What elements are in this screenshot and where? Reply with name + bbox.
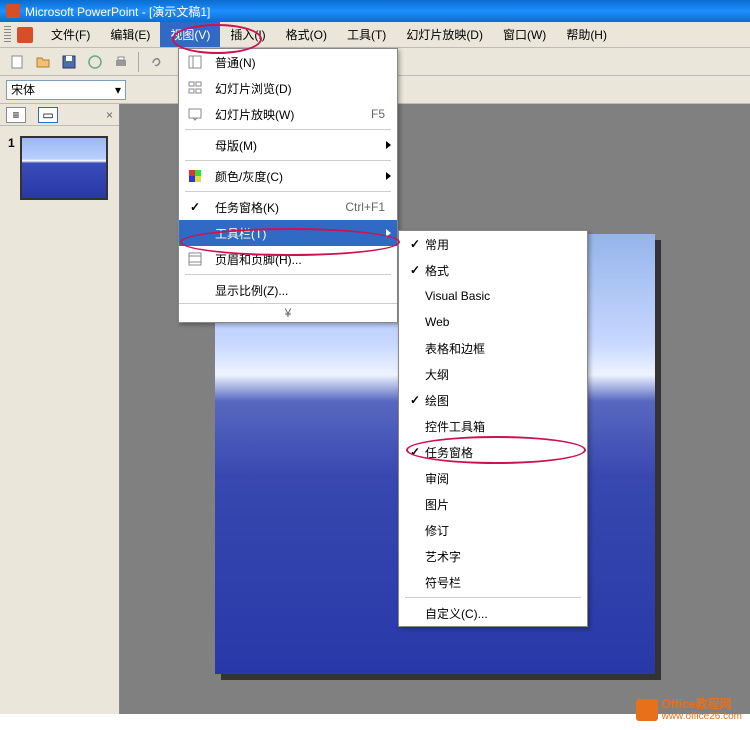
menu-view[interactable]: 视图(V) (160, 22, 220, 47)
view-menu-dropdown: 普通(N) 幻灯片浏览(D) 幻灯片放映(W) F5 母版(M) 颜色/灰度(C… (178, 48, 398, 323)
slideshow-icon (185, 104, 205, 124)
sorter-icon (185, 78, 205, 98)
menu-separator (185, 160, 391, 161)
view-header-footer[interactable]: 页眉和页脚(H)... (179, 246, 397, 272)
slides-tab[interactable]: ▭ (38, 107, 58, 123)
toolbar-table-border[interactable]: 表格和边框 (399, 335, 587, 361)
normal-view-icon (185, 52, 205, 72)
view-zoom[interactable]: 显示比例(Z)... (179, 277, 397, 303)
thumbnail-tabs: ≡ ▭ × (0, 104, 119, 126)
font-selector[interactable]: 宋体 ▾ (6, 80, 126, 100)
expand-menu-icon[interactable]: ¥ (179, 303, 397, 322)
view-slide-show[interactable]: 幻灯片放映(W) F5 (179, 101, 397, 127)
attach-button[interactable] (145, 51, 167, 73)
font-name: 宋体 (11, 81, 35, 98)
menu-separator (185, 274, 391, 275)
view-toolbars[interactable]: 工具栏(T) (179, 220, 397, 246)
check-icon: ✓ (405, 263, 425, 277)
menu-format[interactable]: 格式(O) (276, 22, 337, 47)
new-button[interactable] (6, 51, 28, 73)
save-button[interactable] (58, 51, 80, 73)
menu-slideshow[interactable]: 幻灯片放映(D) (396, 22, 493, 47)
menu-tools[interactable]: 工具(T) (337, 22, 396, 47)
toolbar-web[interactable]: Web (399, 309, 587, 335)
view-task-pane[interactable]: ✓ 任务窗格(K) Ctrl+F1 (179, 194, 397, 220)
color-icon (185, 166, 205, 186)
shortcut-label: Ctrl+F1 (345, 200, 391, 214)
slide-number: 1 (8, 136, 20, 200)
toolbar-control-toolbox[interactable]: 控件工具箱 (399, 413, 587, 439)
print-button[interactable] (110, 51, 132, 73)
shortcut-label: F5 (371, 107, 391, 121)
slide-thumbnail (20, 136, 108, 200)
thumbnail-panel: ≡ ▭ × 1 (0, 104, 120, 714)
toolbar-drawing[interactable]: ✓绘图 (399, 387, 587, 413)
menu-edit[interactable]: 编辑(E) (100, 22, 160, 47)
toolbar-visual-basic[interactable]: Visual Basic (399, 283, 587, 309)
header-footer-icon (185, 249, 205, 269)
view-normal[interactable]: 普通(N) (179, 49, 397, 75)
dropdown-arrow-icon: ▾ (115, 83, 121, 97)
open-button[interactable] (32, 51, 54, 73)
check-icon: ✓ (405, 445, 425, 459)
toolbar-review[interactable]: 审阅 (399, 465, 587, 491)
view-color-grayscale[interactable]: 颜色/灰度(C) (179, 163, 397, 189)
menu-help[interactable]: 帮助(H) (556, 22, 617, 47)
watermark-url: www.office26.com (662, 711, 742, 722)
check-icon: ✓ (185, 197, 205, 217)
office-icon (636, 699, 658, 721)
toolbar-picture[interactable]: 图片 (399, 491, 587, 517)
menu-file[interactable]: 文件(F) (41, 22, 100, 47)
toolbar-separator (138, 52, 139, 72)
toolbar-task-pane[interactable]: ✓任务窗格 (399, 439, 587, 465)
toolbar-common[interactable]: ✓常用 (399, 231, 587, 257)
toolbar-outline[interactable]: 大纲 (399, 361, 587, 387)
title-bar: Microsoft PowerPoint - [演示文稿1] (0, 0, 750, 22)
toolbar-symbols[interactable]: 符号栏 (399, 569, 587, 595)
watermark: Office教程网 www.office26.com (636, 698, 742, 722)
thumbnail-slide-1[interactable]: 1 (8, 136, 111, 200)
menu-bar: 文件(F) 编辑(E) 视图(V) 插入(I) 格式(O) 工具(T) 幻灯片放… (0, 22, 750, 48)
toolbar-customize[interactable]: 自定义(C)... (399, 600, 587, 626)
check-icon: ✓ (405, 237, 425, 251)
close-panel-icon[interactable]: × (106, 108, 113, 122)
window-title: Microsoft PowerPoint - [演示文稿1] (25, 3, 210, 20)
outline-tab[interactable]: ≡ (6, 107, 26, 123)
toolbars-submenu: ✓常用 ✓格式 Visual Basic Web 表格和边框 大纲 ✓绘图 控件… (398, 230, 588, 627)
toolbar-revision[interactable]: 修订 (399, 517, 587, 543)
view-master[interactable]: 母版(M) (179, 132, 397, 158)
menu-separator (185, 191, 391, 192)
menu-window[interactable]: 窗口(W) (493, 22, 556, 47)
view-slide-sorter[interactable]: 幻灯片浏览(D) (179, 75, 397, 101)
toolbar-format[interactable]: ✓格式 (399, 257, 587, 283)
check-icon: ✓ (405, 393, 425, 407)
permission-button[interactable] (84, 51, 106, 73)
submenu-arrow-icon (386, 229, 391, 237)
toolbar-wordart[interactable]: 艺术字 (399, 543, 587, 569)
menu-separator (185, 129, 391, 130)
watermark-title: Office教程网 (662, 698, 742, 711)
toolbar-grip[interactable] (4, 26, 11, 44)
menu-insert[interactable]: 插入(I) (220, 22, 275, 47)
menu-separator (405, 597, 581, 598)
powerpoint-icon (17, 27, 33, 43)
submenu-arrow-icon (386, 172, 391, 180)
app-icon (6, 4, 20, 18)
submenu-arrow-icon (386, 141, 391, 149)
